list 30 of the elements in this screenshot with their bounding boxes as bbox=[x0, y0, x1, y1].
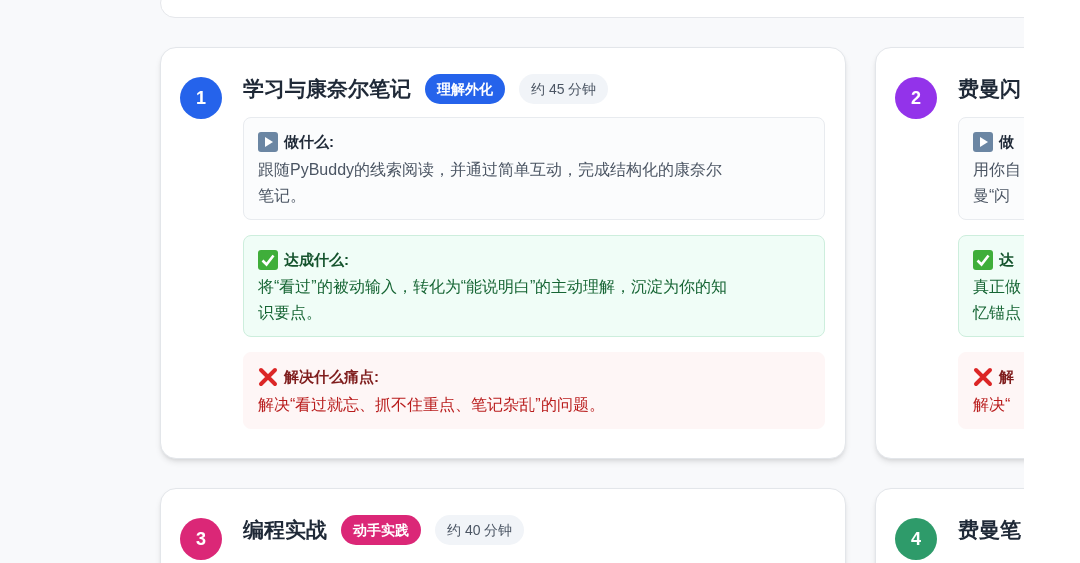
step-title: 费曼笔 bbox=[958, 517, 1021, 544]
category-tag: 理解外化 bbox=[425, 74, 505, 104]
section-label: 做什么: bbox=[284, 132, 334, 152]
section-text: 解决“看过就忘、抓不住重点、笔记杂乱”的问题。 bbox=[258, 394, 606, 415]
step-title: 费曼闪 bbox=[958, 76, 1021, 103]
duration-pill: 约 45 分钟 bbox=[519, 74, 609, 104]
play-icon bbox=[258, 132, 278, 153]
section-text: 用你自 曼“闪 bbox=[973, 159, 1022, 206]
section-label: 达成什么: bbox=[284, 249, 349, 270]
step-number: 2 bbox=[895, 77, 937, 119]
cross-icon bbox=[258, 367, 278, 388]
step-title: 学习与康奈尔笔记 bbox=[243, 76, 411, 103]
section-text: 解决“ bbox=[973, 394, 1012, 415]
step-number: 1 bbox=[180, 77, 222, 119]
section-label: 做 bbox=[999, 132, 1014, 152]
step-number: 4 bbox=[895, 518, 937, 560]
checkmark-icon bbox=[258, 249, 278, 270]
play-icon bbox=[973, 132, 993, 153]
section-text: 将“看过”的被动输入，转化为“能说明白”的主动理解，沉淀为你的知 识要点。 bbox=[258, 277, 729, 323]
step-title: 编程实战 bbox=[243, 517, 327, 544]
checkmark-icon bbox=[973, 249, 993, 270]
section-text: 真正做 忆锚点 bbox=[973, 277, 1022, 323]
section-label: 解 bbox=[999, 367, 1014, 387]
section-label: 达 bbox=[999, 249, 1014, 270]
cross-icon bbox=[973, 367, 993, 388]
section-text: 跟随PyBuddy的线索阅读，并通过简单互动，完成结构化的康奈尔 笔记。 bbox=[258, 159, 724, 206]
section-label: 解决什么痛点: bbox=[284, 367, 379, 387]
step-number: 3 bbox=[180, 518, 222, 560]
duration-pill: 约 40 分钟 bbox=[435, 515, 525, 545]
category-tag: 动手实践 bbox=[341, 515, 421, 545]
